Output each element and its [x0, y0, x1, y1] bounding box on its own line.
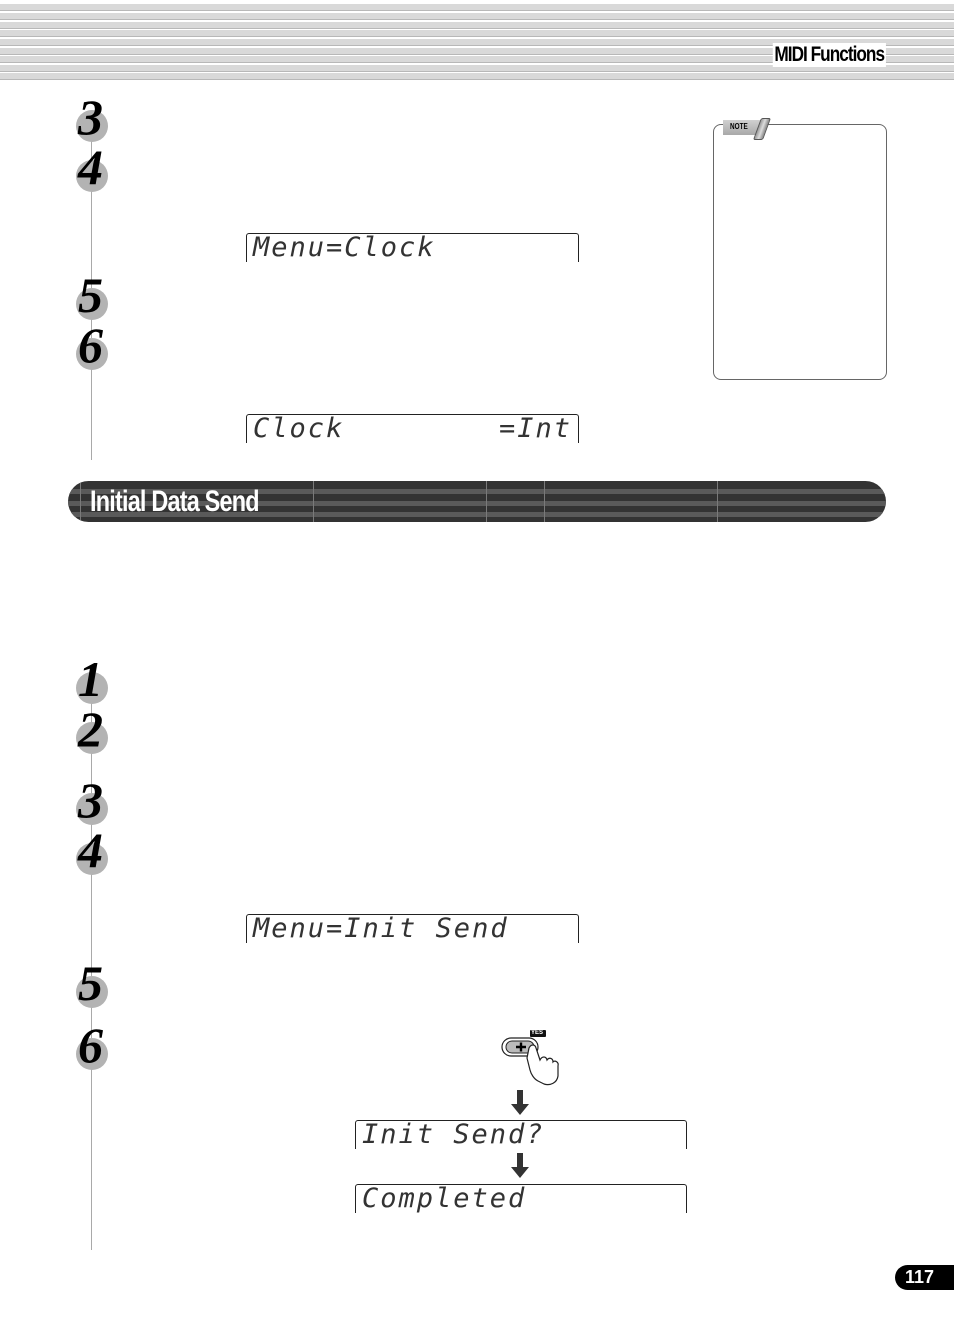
step-number: 2 — [78, 701, 103, 757]
lcd-display-clock-value: Clock =Int — [246, 413, 579, 444]
hand-pressing-button-icon — [501, 1030, 559, 1086]
note-tab: NOTE — [723, 118, 772, 140]
step-4: 4 — [76, 142, 116, 196]
lcd-display-menu-init-send: Menu=Init Send — [246, 913, 579, 944]
step-number: 5 — [78, 955, 103, 1011]
step-number: 5 — [78, 267, 103, 323]
lcd-display-init-send-confirm: Init Send? — [355, 1119, 687, 1150]
step-number: 6 — [78, 317, 103, 373]
header-stripe — [0, 22, 954, 29]
lcd-text: Clock — [253, 413, 345, 444]
step-5: 5 — [76, 958, 116, 1012]
step-number: 3 — [78, 772, 103, 828]
lcd-text: Menu=Init Send — [253, 913, 509, 944]
step-number: 6 — [78, 1017, 103, 1073]
header-stripe — [0, 73, 954, 80]
lcd-text-right: =Int — [498, 413, 572, 444]
yes-plus-button-illustration: YES — [500, 1028, 564, 1088]
step-2: 2 — [76, 704, 116, 758]
section-banner: Initial Data Send — [68, 481, 886, 522]
step-number: 4 — [78, 822, 103, 878]
banner-divider — [313, 481, 314, 522]
section-label: MIDI Functions — [773, 43, 886, 67]
note-label: NOTE — [730, 122, 748, 131]
page-number: 117 — [905, 1267, 935, 1287]
step-6: 6 — [76, 1020, 116, 1074]
header-stripe — [0, 4, 954, 11]
arrow-down-icon — [510, 1090, 530, 1116]
lcd-display-menu-clock: Menu=Clock — [246, 232, 579, 263]
banner-divider — [544, 481, 545, 522]
yes-badge: YES — [531, 1030, 544, 1036]
header-stripes — [0, 0, 954, 80]
step-6: 6 — [76, 320, 116, 374]
step-number: 1 — [78, 651, 103, 707]
header-stripe — [0, 30, 954, 37]
step-4: 4 — [76, 825, 116, 879]
lcd-display-completed: Completed — [355, 1183, 687, 1214]
banner-divider — [486, 481, 487, 522]
arrow-down-icon — [510, 1153, 530, 1179]
lcd-text: Init Send? — [362, 1119, 545, 1150]
section-title: Initial Data Send — [90, 485, 260, 518]
step-number: 3 — [78, 89, 103, 145]
banner-divider — [80, 481, 81, 522]
note-box — [713, 124, 887, 380]
step-number: 4 — [78, 139, 103, 195]
banner-divider — [717, 481, 718, 522]
lcd-text: Menu=Clock — [253, 232, 436, 263]
lcd-text: Completed — [362, 1183, 527, 1214]
page-number-badge: 117 — [895, 1265, 954, 1290]
header-stripe — [0, 13, 954, 20]
